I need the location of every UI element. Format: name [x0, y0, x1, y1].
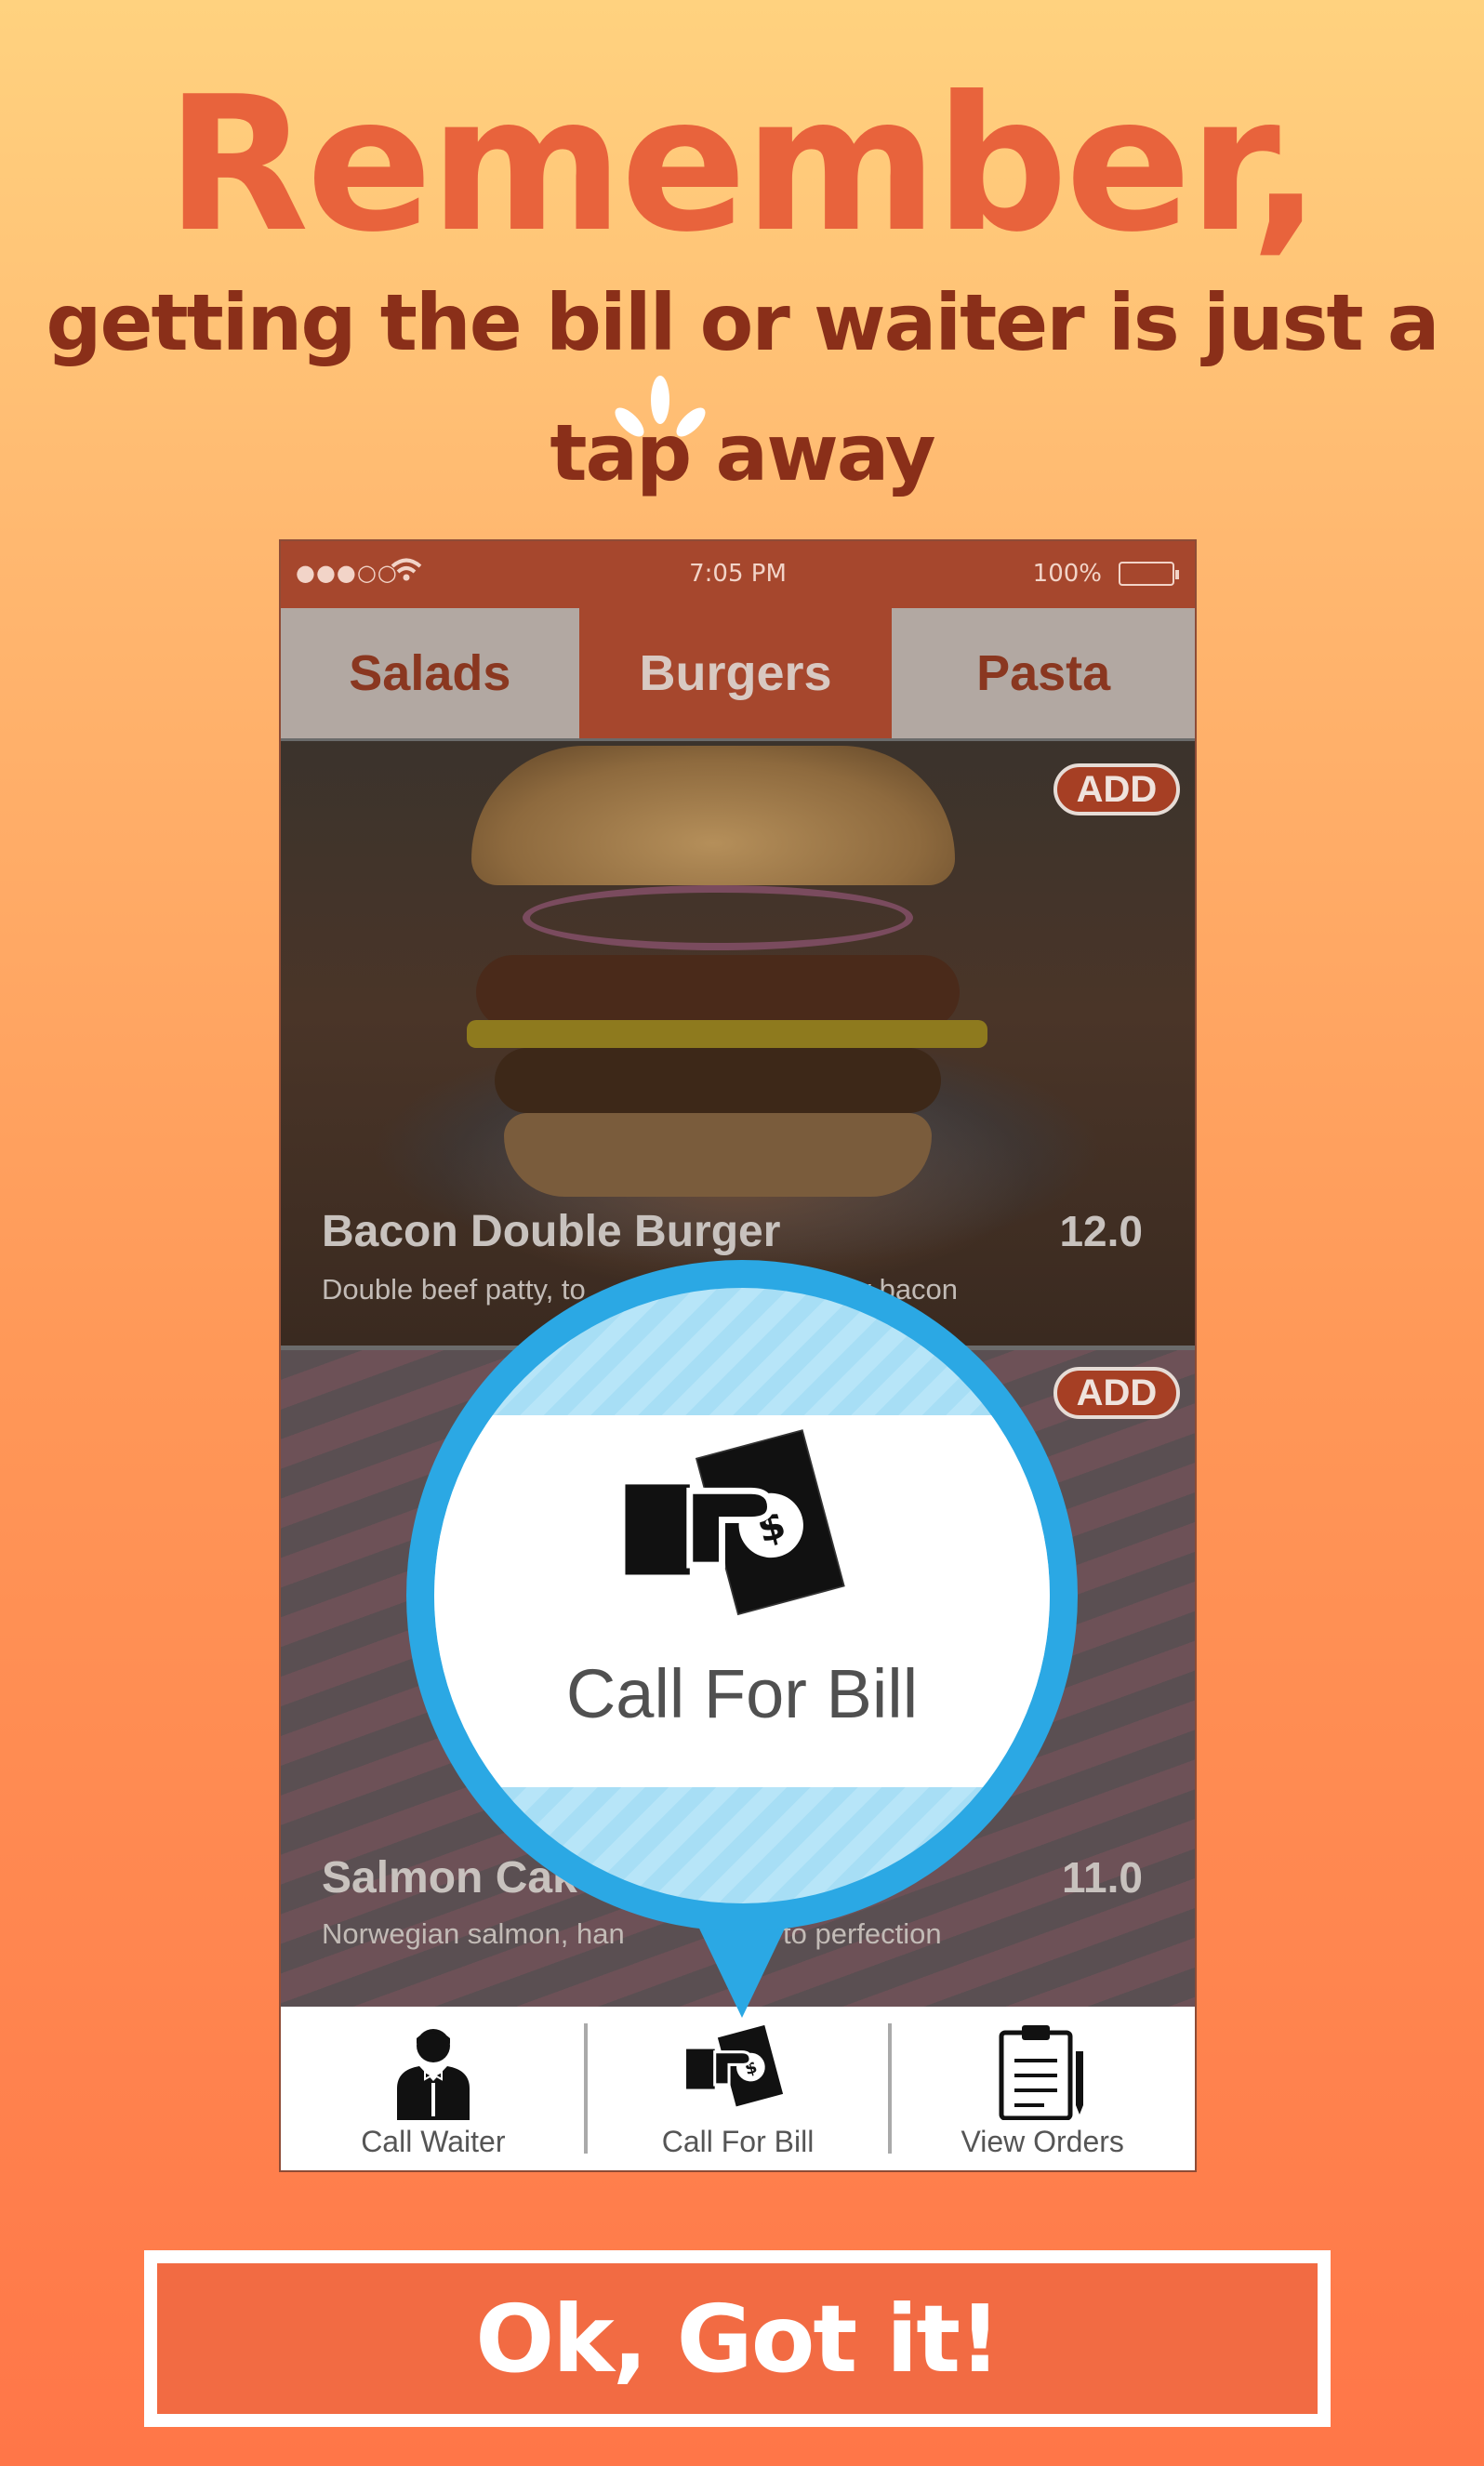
bottom-toolbar: Call Waiter $ Call For Bill View Orders: [281, 2007, 1195, 2170]
dish-name: Bacon Double Burger: [322, 1207, 781, 1256]
call-waiter-label: Call Waiter: [361, 2125, 506, 2158]
add-button[interactable]: ADD: [1053, 763, 1180, 815]
headline-line-2: tap away: [550, 407, 935, 498]
clipboard-icon: [999, 2025, 1084, 2120]
burger-onion: [523, 885, 913, 950]
headline-title: Remember,: [166, 57, 1320, 273]
bill-payment-icon: $: [685, 2024, 783, 2107]
dish-card[interactable]: ADD Bacon Double Burger 12.0 Double beef…: [281, 741, 1195, 1346]
battery-icon: [1119, 562, 1179, 586]
status-bar: ●●●○○ 7:05 PM 100%: [281, 541, 1195, 608]
call-for-bill-highlight[interactable]: $ Call For Bill: [406, 1260, 1078, 2018]
burger-cheese: [467, 1020, 987, 1048]
view-orders-label: View Orders: [961, 2125, 1124, 2158]
burger-bun-bottom: [504, 1113, 932, 1197]
headline-line-1: getting the bill or waiter is just a: [46, 277, 1439, 368]
dish-price: 12.0: [1059, 1207, 1143, 1255]
burger-patty: [476, 955, 960, 1029]
waiter-icon: [396, 2029, 470, 2120]
ok-got-it-button[interactable]: Ok, Got it!: [144, 2250, 1331, 2427]
bill-payment-icon: $: [625, 1429, 845, 1616]
category-tabs: Salads Burgers Pasta: [281, 608, 1195, 738]
battery-percent: 100%: [1032, 560, 1102, 588]
view-orders-button[interactable]: View Orders: [890, 2007, 1195, 2170]
call-waiter-button[interactable]: Call Waiter: [281, 2007, 586, 2170]
tab-salads[interactable]: Salads: [281, 608, 579, 738]
burger-photo: [471, 746, 955, 885]
bubble-label: Call For Bill: [565, 1655, 919, 1732]
toolbar-divider: [583, 2023, 588, 2154]
burger-patty-lower: [495, 1048, 941, 1113]
call-for-bill-button[interactable]: $ Call For Bill: [583, 2007, 893, 2170]
tab-pasta[interactable]: Pasta: [892, 608, 1195, 738]
tab-burgers[interactable]: Burgers: [578, 608, 893, 738]
call-for-bill-label: Call For Bill: [661, 2125, 815, 2158]
